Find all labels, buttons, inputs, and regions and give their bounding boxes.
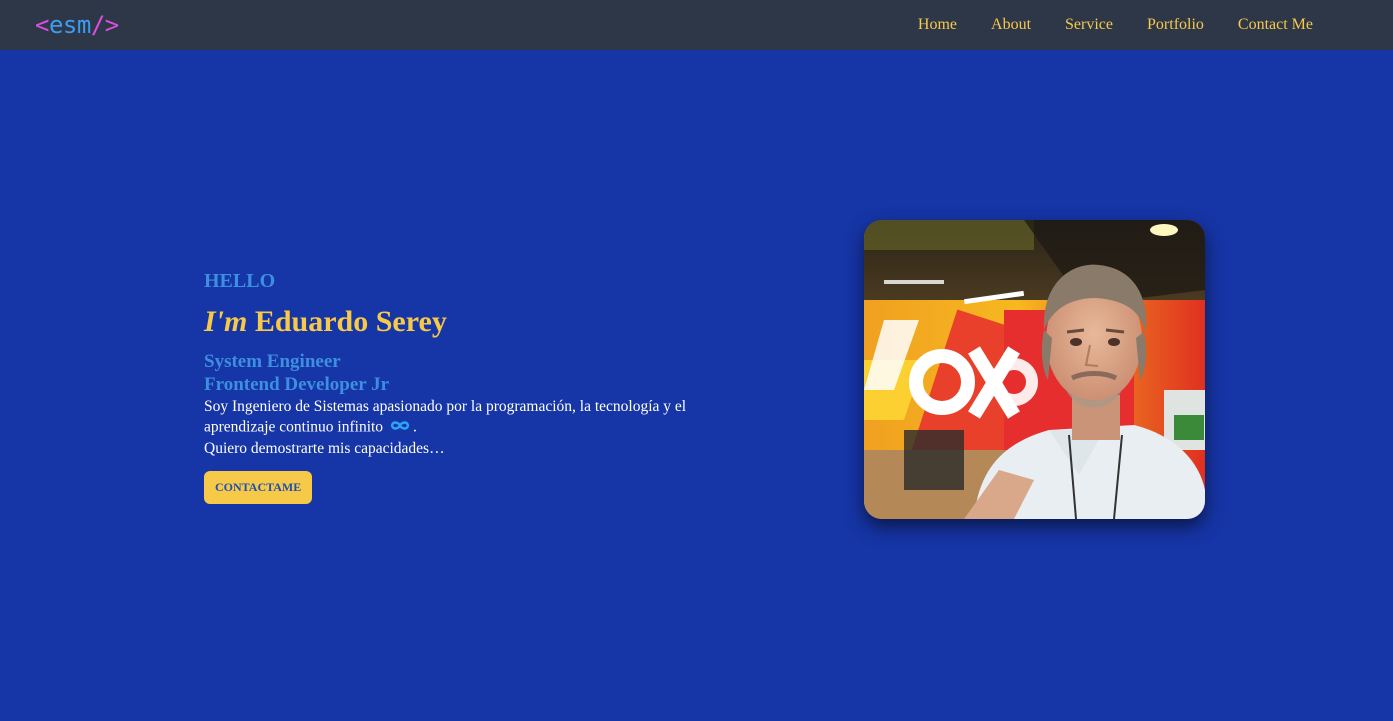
nav-home[interactable]: Home [918,16,957,34]
hero-name: Eduardo Serey [254,305,447,338]
hero-text: HELLO I'm Eduardo Serey System Engineer … [204,268,724,504]
nav-contact-me[interactable]: Contact Me [1238,16,1313,34]
nav-service[interactable]: Service [1065,16,1113,34]
site-logo[interactable]: <esm/> [35,9,119,41]
hero-description-1-end: . [412,418,417,436]
hero-role-2: Frontend Developer Jr [204,374,390,395]
hero-greeting: HELLO [204,270,276,292]
nav-portfolio[interactable]: Portfolio [1147,16,1204,34]
profile-photo [864,220,1205,519]
hero-description-1: Soy Ingeniero de Sistemas apasionado por… [204,398,687,436]
logo-close-bracket: /> [90,11,119,39]
navbar: <esm/> Home About Service Portfolio Cont… [0,0,1393,50]
hero-description-2: Quiero demostrarte mis capacidades… [204,440,445,457]
hero-role-1: System Engineer [204,351,341,372]
contact-button[interactable]: CONTACTAME [204,471,313,504]
main-nav: Home About Service Portfolio Contact Me [884,0,1313,50]
nav-about[interactable]: About [991,16,1031,34]
logo-name: esm [48,11,91,39]
hero-description: Soy Ingeniero de Sistemas apasionado por… [204,397,724,459]
infinity-icon [390,417,410,437]
hero-name-heading: I'm Eduardo Serey [204,304,724,340]
hero-im: I'm [204,305,248,338]
logo-open-bracket: < [35,11,49,39]
